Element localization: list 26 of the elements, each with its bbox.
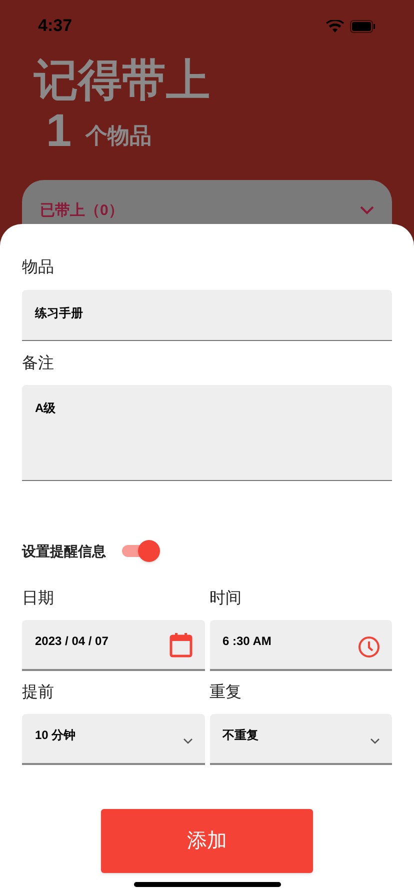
battery-icon	[350, 20, 376, 32]
page-title: 记得带上	[34, 56, 211, 106]
field-label: 时间	[210, 589, 242, 609]
chevron-icon	[370, 738, 380, 744]
field-label: 重复	[210, 683, 242, 703]
text-area[interactable]: A级	[22, 385, 392, 481]
dropdown-field[interactable]: 不重复	[210, 714, 392, 765]
field-label: 日期	[22, 589, 55, 609]
field-label: 物品	[22, 258, 55, 278]
input-field[interactable]: 6 :30 AM	[210, 620, 392, 671]
toggle-switch[interactable]	[120, 539, 160, 563]
status-time: 4:37	[38, 15, 72, 38]
input-field[interactable]: 练习手册	[22, 290, 392, 341]
count-label: 个物品	[86, 122, 152, 150]
card-title: 已带上（0）	[40, 201, 124, 221]
dropdown-field[interactable]: 10 分钟	[22, 714, 204, 765]
calendar-icon[interactable]	[168, 632, 192, 658]
chevron-icon	[182, 738, 192, 744]
toggle-label: 设置提醒信息	[22, 542, 106, 560]
input-field[interactable]: 2023 / 04 / 07	[22, 620, 204, 671]
field-label: 备注	[22, 354, 55, 374]
add-button[interactable]: 添加	[101, 809, 313, 873]
field-label: 提前	[22, 683, 55, 703]
wifi-icon	[326, 20, 344, 32]
item-count: 1	[46, 108, 72, 152]
clock-icon[interactable]	[358, 636, 380, 658]
